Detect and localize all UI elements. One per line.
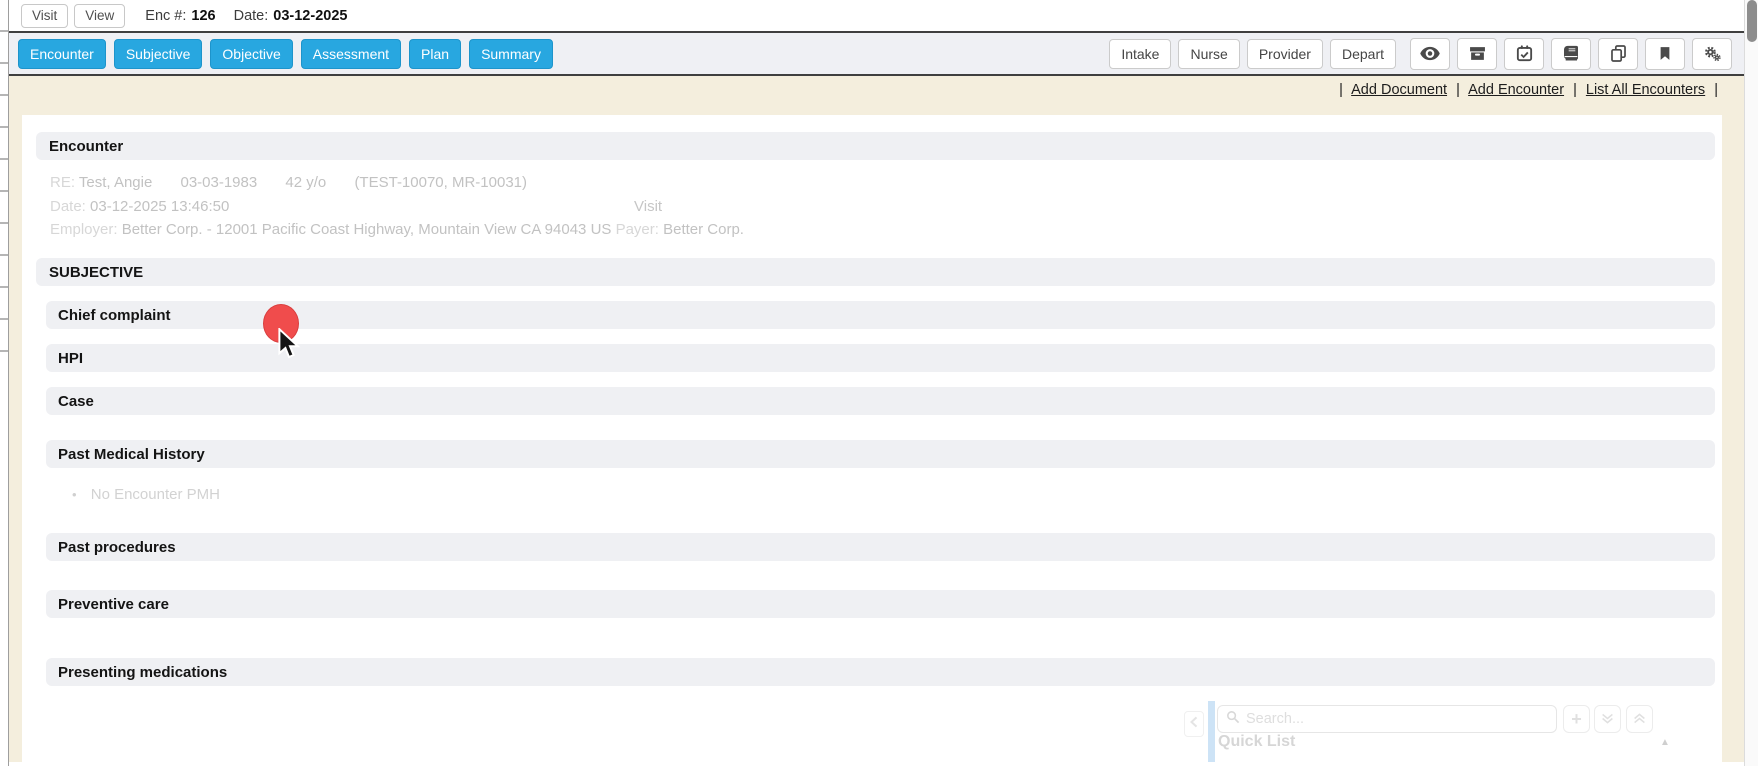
visit-button[interactable]: Visit [21,4,68,28]
quick-list-add-button[interactable]: + [1563,705,1590,733]
scrollbar-thumb[interactable] [1747,0,1757,42]
encounter-section-header[interactable]: Encounter [36,132,1715,160]
copy-button[interactable] [1598,38,1638,70]
quick-list-expand-all-button[interactable] [1594,705,1621,733]
patient-name: Test, Angie [79,174,152,191]
patient-ids: (TEST-10070, MR-10031) [354,174,527,191]
preview-button[interactable] [1410,38,1450,70]
archive-icon [1469,45,1486,62]
past-procedures-header[interactable]: Past procedures [46,533,1715,561]
add-encounter-link[interactable]: Add Encounter [1468,82,1564,98]
quick-list-title: Quick List [1218,733,1295,751]
calendar-button[interactable] [1504,38,1544,70]
tab-objective[interactable]: Objective [210,39,292,69]
book-icon [1563,45,1579,62]
row-tick-lines [0,0,8,352]
chevron-double-down-icon [1601,709,1614,730]
presenting-medications-title: Presenting medications [58,664,227,681]
tab-plan[interactable]: Plan [409,39,461,69]
preventive-care-title: Preventive care [58,596,169,613]
chief-complaint-title: Chief complaint [58,307,171,324]
enc-date-value: 03-12-2025 [273,8,347,24]
tab-subjective[interactable]: Subjective [114,39,203,69]
enc-number-value: 126 [191,8,215,24]
past-medical-history-header[interactable]: Past Medical History [46,440,1715,468]
re-label: RE: [50,174,75,191]
encounter-meta: Enc #: 126 Date: 03-12-2025 [145,8,365,24]
settings-button[interactable] [1692,38,1732,70]
enc-number-label: Enc #: [145,8,186,24]
case-header[interactable]: Case [46,387,1715,415]
vertical-scrollbar[interactable] [1744,0,1758,766]
tab-encounter[interactable]: Encounter [18,39,106,69]
bullet-icon: • [72,487,77,502]
calendar-check-icon [1516,45,1533,62]
separator: | [1339,82,1343,98]
quick-list-divider[interactable] [1208,701,1215,762]
employer-value: Better Corp. - 12001 Pacific Coast Highw… [122,221,612,238]
enc-date-label: Date: [234,8,269,24]
employer-payer-line: Employer: Better Corp. - 12001 Pacific C… [50,218,1700,242]
preventive-care-header[interactable]: Preventive care [46,590,1715,618]
content-area: | Add Document | Add Encounter | List Al… [9,76,1744,762]
hpi-title: HPI [58,350,83,367]
quick-list-collapse-button[interactable] [1184,711,1204,737]
case-title: Case [58,393,94,410]
background-page-edge [0,0,9,766]
add-document-link[interactable]: Add Document [1351,82,1447,98]
archive-button[interactable] [1457,38,1497,70]
mouse-cursor-icon [277,328,301,365]
payer-label: Payer: [616,221,659,238]
encounter-date-line: Date: 03-12-2025 13:46:50 Visit [50,195,1700,219]
encounter-page: Visit View Enc #: 126 Date: 03-12-2025 E… [0,0,1758,766]
payer-value: Better Corp. [663,221,744,238]
patient-summary: RE: Test, Angie 03-03-1983 42 y/o (TEST-… [50,171,1700,242]
chevron-left-icon [1189,715,1199,733]
bookmark-button[interactable] [1645,38,1685,70]
encounter-title-bar: Visit View Enc #: 126 Date: 03-12-2025 [9,0,1744,33]
search-input[interactable] [1246,711,1548,727]
eye-icon [1420,46,1440,61]
subjective-section-title: SUBJECTIVE [49,264,143,281]
patient-dob: 03-03-1983 [180,174,257,191]
date-label: Date: [50,198,86,215]
separator: | [1456,82,1460,98]
encounter-section-title: Encounter [49,138,123,155]
presenting-medications-header[interactable]: Presenting medications [46,658,1715,686]
encounter-panel: Encounter RE: Test, Angie 03-03-1983 42 … [22,115,1722,762]
separator: | [1573,82,1577,98]
search-icon [1226,710,1240,729]
documentation-button[interactable] [1551,38,1591,70]
main-area: Visit View Enc #: 126 Date: 03-12-2025 E… [9,0,1744,766]
encounter-datetime: 03-12-2025 13:46:50 [90,198,229,215]
subjective-section-header[interactable]: SUBJECTIVE [36,258,1715,286]
view-button[interactable]: View [74,4,125,28]
encounter-actions: | Add Document | Add Encounter | List Al… [1334,82,1723,98]
caret-up-icon[interactable]: ▲ [1660,737,1670,748]
patient-identity-line: RE: Test, Angie 03-03-1983 42 y/o (TEST-… [50,171,1700,195]
bookmark-icon [1658,45,1672,62]
visit-type: Visit [634,195,662,219]
nurse-button[interactable]: Nurse [1178,39,1239,69]
intake-button[interactable]: Intake [1109,39,1171,69]
chevron-double-up-icon [1633,709,1646,730]
past-procedures-title: Past procedures [58,539,176,556]
plus-icon: + [1571,709,1582,730]
quick-list-search-box [1217,705,1557,733]
tab-assessment[interactable]: Assessment [301,39,401,69]
quick-list-collapse-all-button[interactable] [1626,705,1653,733]
pmh-empty-item: • No Encounter PMH [72,486,220,503]
list-all-encounters-link[interactable]: List All Encounters [1586,82,1705,98]
separator: | [1714,82,1718,98]
provider-button[interactable]: Provider [1247,39,1323,69]
tab-summary[interactable]: Summary [469,39,553,69]
gears-icon [1703,45,1722,62]
copy-icon [1610,45,1627,62]
encounter-nav-bar: Encounter Subjective Objective Assessmen… [9,33,1744,76]
pmh-empty-text: No Encounter PMH [91,486,220,503]
past-medical-history-title: Past Medical History [58,446,205,463]
patient-age: 42 y/o [285,174,326,191]
employer-label: Employer: [50,221,118,238]
depart-button[interactable]: Depart [1330,39,1396,69]
